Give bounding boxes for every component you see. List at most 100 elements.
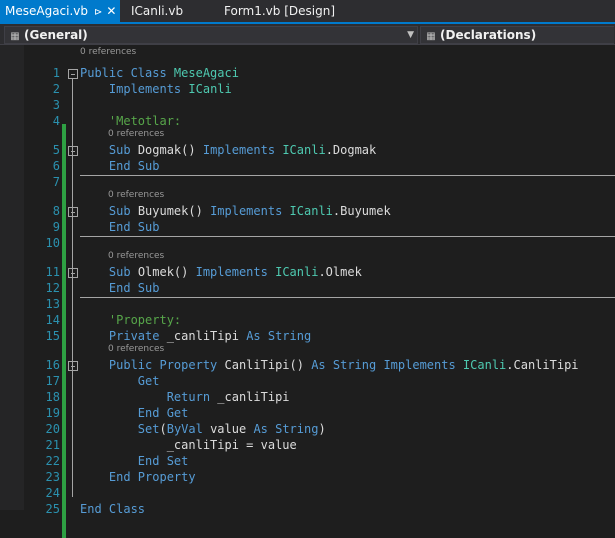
codelens-references[interactable]: 0 references (80, 47, 136, 57)
code-line[interactable]: 9 End Sub (0, 220, 615, 236)
code-line[interactable]: 20 Set(ByVal value As String) (0, 422, 615, 438)
code-line[interactable]: 18 Return _canliTipi (0, 390, 615, 406)
line-number: 12 (45, 281, 60, 295)
code-line[interactable]: 6 End Sub (0, 159, 615, 175)
code-line[interactable]: 22 End Set (0, 454, 615, 470)
code-text[interactable]: 'Property: (80, 313, 181, 327)
keyword: Public Class (80, 66, 174, 80)
code-editor[interactable]: 1 Public Class MeseAgaci 0 references 2 Imp… (0, 45, 615, 538)
code-line[interactable]: 4 'Metotlar: (0, 114, 615, 130)
code-token: CanliTipi() (224, 358, 312, 372)
code-line[interactable]: 12 End Sub (0, 281, 615, 297)
code-text[interactable]: Sub Dogmak() Implements ICanli.Dogmak (80, 143, 376, 157)
line-number: 24 (45, 486, 60, 500)
line-number: 11 (45, 265, 60, 279)
code-line[interactable]: 19 End Get (0, 406, 615, 422)
keyword: Implements (108, 82, 189, 96)
code-text[interactable]: Get (80, 374, 160, 388)
keyword: Implements (210, 204, 290, 218)
code-line[interactable]: 23 End Property (0, 470, 615, 486)
line-number: 2 (52, 82, 60, 96)
line-number: 13 (45, 297, 60, 311)
tab-form1-design[interactable]: Form1.vb [Design] (224, 0, 335, 22)
outline-guide (72, 214, 73, 227)
code-text[interactable]: _canliTipi = value (80, 438, 297, 452)
code-line[interactable]: 3 (0, 98, 615, 114)
code-text[interactable]: End Sub (80, 220, 160, 234)
tab-meseagaci-vb[interactable]: MeseAgaci.vb ⊳ ✕ (0, 0, 121, 22)
type-name: ICanli (282, 143, 326, 157)
code-line[interactable]: 2 Implements ICanli (0, 82, 615, 98)
code-text[interactable]: Sub Olmek() Implements ICanli.Olmek (80, 265, 362, 279)
collapse-icon[interactable] (68, 207, 78, 217)
code-line[interactable]: 17 Get (0, 374, 615, 390)
code-text[interactable]: Implements ICanli (80, 82, 232, 96)
code-text[interactable]: Private _canliTipi As String (80, 329, 311, 343)
keyword: As String (246, 329, 312, 343)
code-line[interactable]: 11 Sub Olmek() Implements ICanli.Olmek (0, 265, 615, 281)
close-icon[interactable]: ✕ (106, 4, 116, 18)
code-line[interactable]: 15 Private _canliTipi As String (0, 329, 615, 345)
code-text[interactable]: Public Property CanliTipi() As String Im… (80, 358, 579, 372)
line-number: 6 (52, 159, 60, 173)
code-text[interactable]: End Property (80, 470, 196, 484)
codelens-references[interactable]: 0 references (108, 129, 164, 139)
pin-icon[interactable]: ⊳ (94, 7, 102, 18)
code-text[interactable]: End Class (80, 502, 145, 516)
code-line[interactable]: 24 (0, 486, 615, 502)
tab-icanli-vb[interactable]: ICanli.vb (131, 0, 183, 22)
keyword: As String (253, 422, 319, 436)
code-text[interactable]: Set(ByVal value As String) (80, 422, 326, 436)
code-text[interactable]: Return _canliTipi (80, 390, 290, 404)
code-line[interactable]: 1 Public Class MeseAgaci (0, 66, 615, 82)
member-icon: ▦ (426, 31, 436, 42)
type-dropdown[interactable]: ▦ (General) ▼ (4, 26, 418, 44)
keyword: Public Property (108, 358, 225, 372)
codelens-references[interactable]: 0 references (108, 251, 164, 261)
code-text[interactable]: End Sub (80, 281, 160, 295)
tab-label: Form1.vb [Design] (224, 4, 336, 18)
code-token: ( (159, 422, 167, 436)
code-line[interactable]: 8 Sub Buyumek() Implements ICanli.Buyume… (0, 204, 615, 220)
code-line[interactable]: 16 Public Property CanliTipi() As String… (0, 358, 615, 374)
line-number: 5 (52, 143, 60, 157)
collapse-icon[interactable] (68, 146, 78, 156)
chevron-down-icon[interactable]: ▼ (407, 27, 414, 43)
code-line[interactable]: 21 _canliTipi = value (0, 438, 615, 454)
code-line[interactable]: 5 Sub Dogmak() Implements ICanli.Dogmak (0, 143, 615, 159)
code-token: _canliTipi (217, 390, 290, 404)
code-text[interactable]: 'Metotlar: (80, 114, 181, 128)
code-line[interactable]: 7 (0, 175, 615, 191)
code-text[interactable]: End Set (80, 454, 189, 468)
codelens-references[interactable]: 0 references (108, 344, 164, 354)
line-number: 18 (45, 390, 60, 404)
collapse-icon[interactable] (68, 69, 78, 79)
collapse-icon[interactable] (68, 361, 78, 371)
code-line[interactable]: 25 End Class (0, 502, 615, 518)
code-line[interactable]: 10 (0, 236, 615, 252)
code-token: Dogmak() (137, 143, 203, 157)
line-number: 17 (45, 374, 60, 388)
code-text[interactable]: End Sub (80, 159, 160, 173)
code-text[interactable]: Sub Buyumek() Implements ICanli.Buyumek (80, 204, 391, 218)
codelens-references[interactable]: 0 references (108, 190, 164, 200)
collapse-icon[interactable] (68, 268, 78, 278)
line-number: 25 (45, 502, 60, 516)
code-token: .Olmek (318, 265, 362, 279)
keyword: ByVal (166, 422, 211, 436)
code-text[interactable]: End Get (80, 406, 189, 420)
code-line[interactable]: 13 (0, 297, 615, 313)
code-text[interactable]: Public Class MeseAgaci (80, 66, 239, 80)
code-token: _canliTipi = value (80, 438, 297, 452)
code-line[interactable]: 14 'Property: (0, 313, 615, 329)
keyword: Return (166, 390, 218, 404)
type-dropdown-value: (General) (24, 28, 88, 42)
member-dropdown[interactable]: ▦ (Declarations) (420, 26, 614, 44)
type-name: ICanli (462, 358, 507, 372)
keyword: Implements (202, 143, 283, 157)
